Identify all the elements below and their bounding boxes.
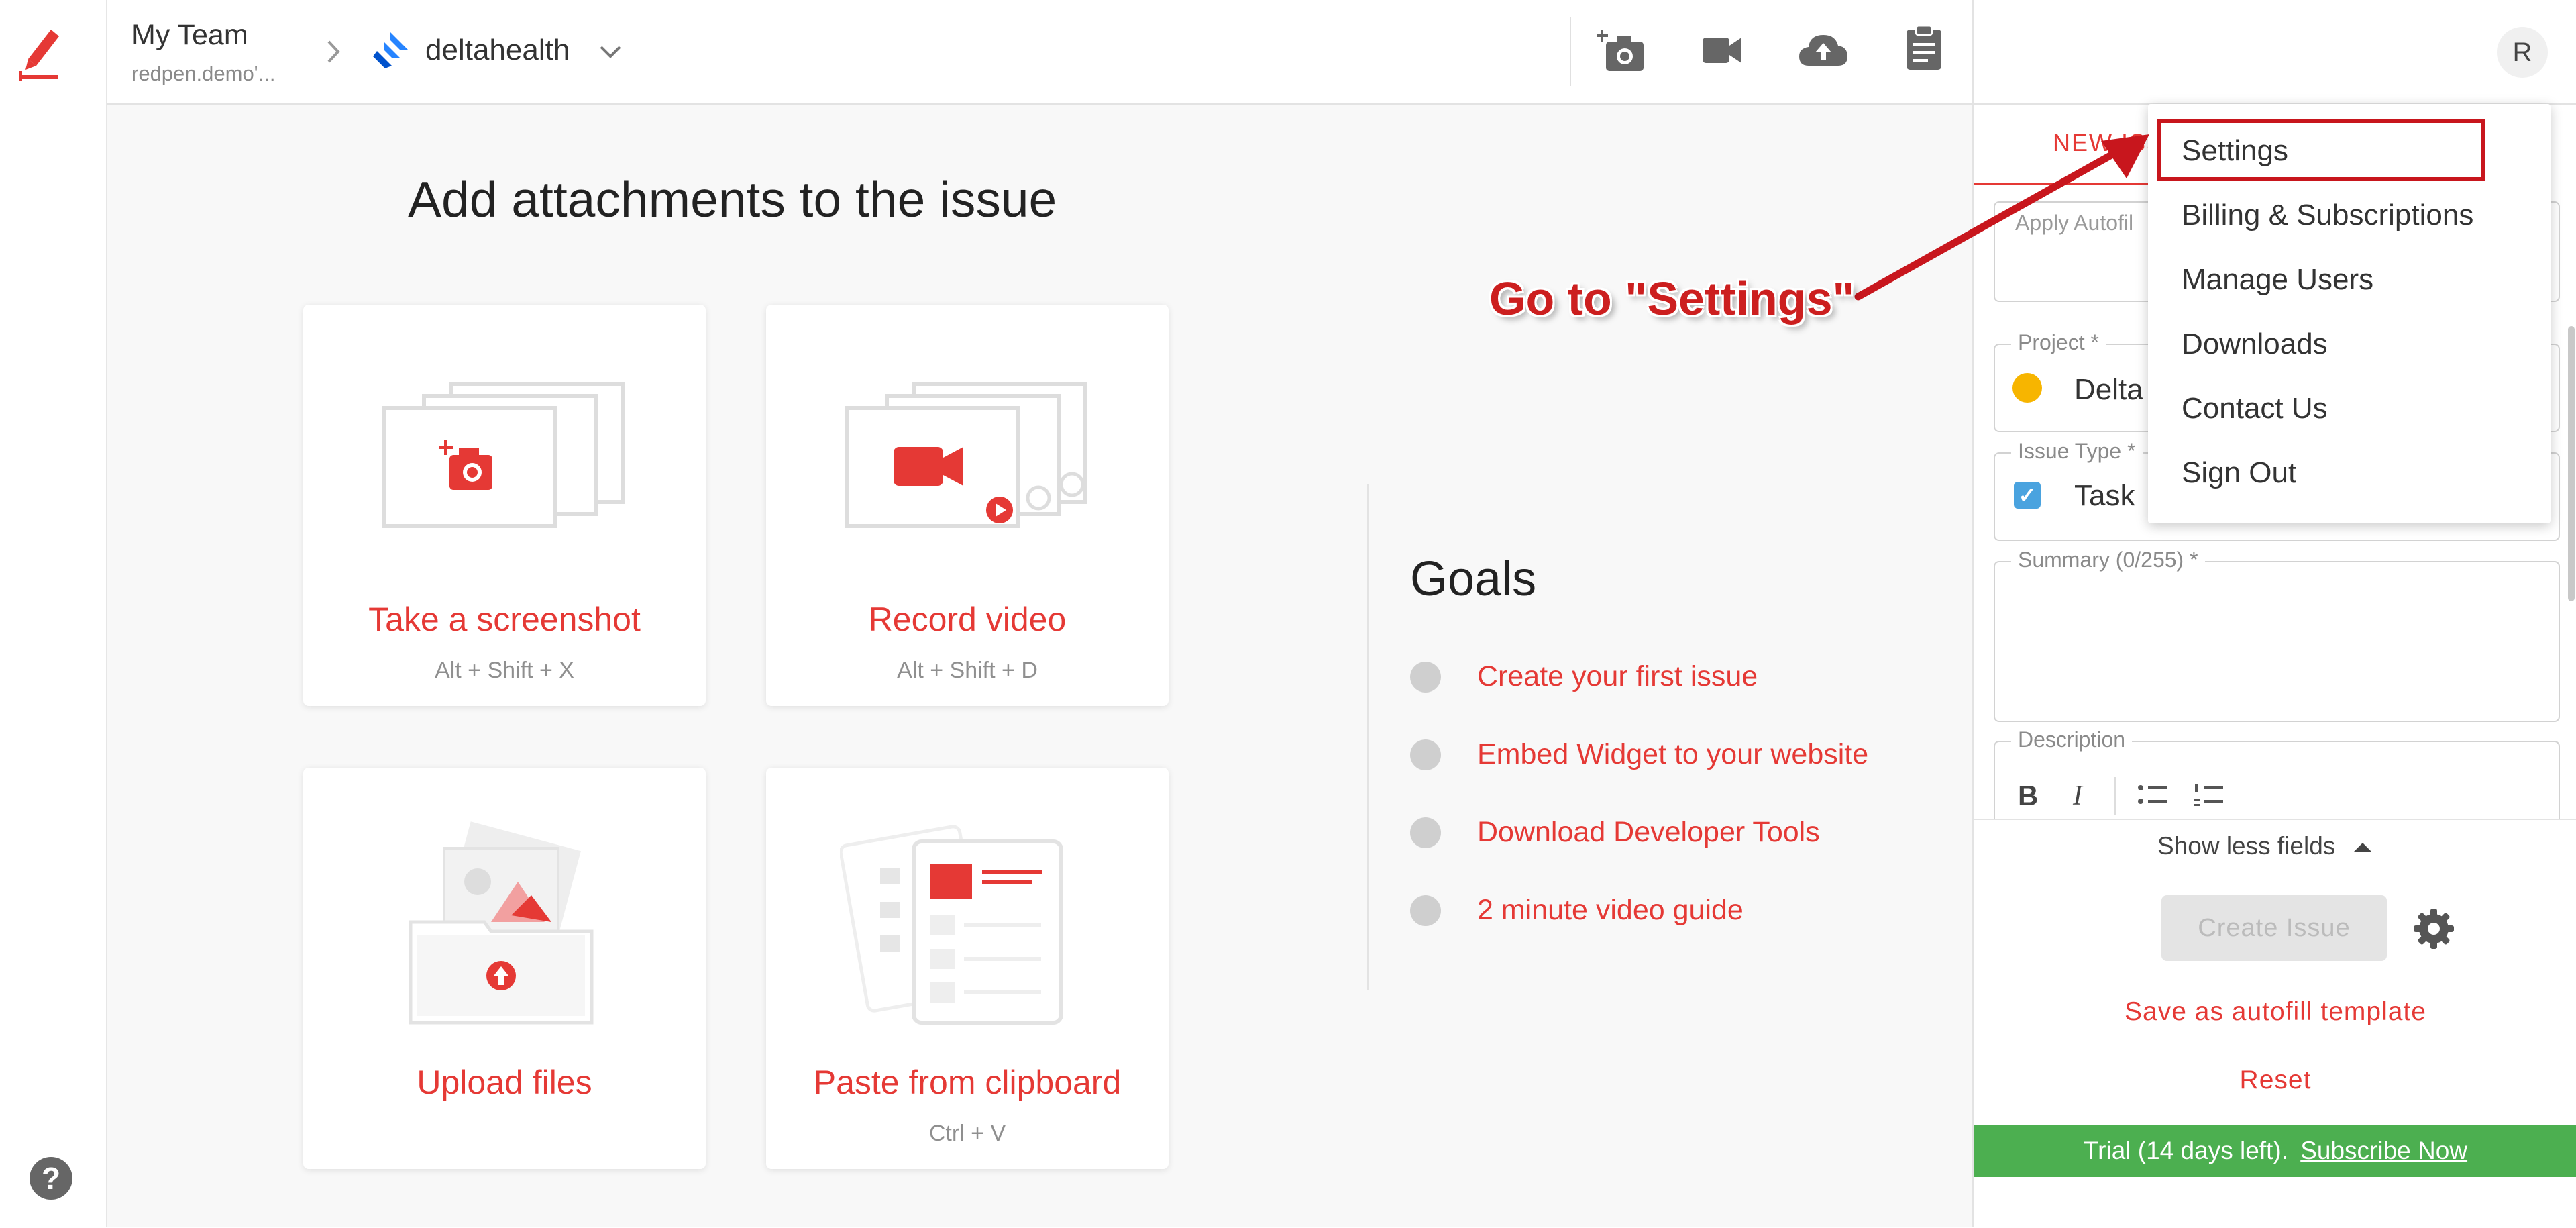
goal-link[interactable]: Download Developer Tools — [1477, 816, 1820, 849]
annotation-arrow — [1854, 134, 2149, 301]
bullet-list-icon[interactable] — [2137, 782, 2168, 813]
menu-item-sign-out[interactable]: Sign Out — [2182, 456, 2296, 490]
left-rail: ? — [0, 0, 107, 1227]
screenshot-illustration — [382, 382, 625, 528]
upload-files-card[interactable]: Upload files — [303, 768, 706, 1169]
jira-icon — [370, 31, 409, 73]
record-video-card[interactable]: Record video Alt + Shift + D — [766, 305, 1169, 706]
menu-item-downloads[interactable]: Downloads — [2182, 327, 2328, 361]
trial-banner: Trial (14 days left). Subscribe Now — [1974, 1125, 2576, 1177]
field-label: Description — [2011, 727, 2133, 752]
show-less-label: Show less fields — [2157, 832, 2336, 860]
task-checkbox-icon: ✓ — [2014, 482, 2041, 509]
goal-link[interactable]: 2 minute video guide — [1477, 894, 1743, 927]
video-camera-icon[interactable] — [1701, 34, 1743, 70]
card-title: Upload files — [417, 1064, 592, 1101]
field-label: Project * — [2011, 330, 2106, 355]
chevron-up-icon — [2353, 843, 2372, 853]
goal-link[interactable]: Embed Widget to your website — [1477, 738, 1868, 771]
card-title: Record video — [868, 601, 1067, 638]
description-field[interactable]: Description B I — [1994, 727, 2560, 823]
goal-status-dot — [1410, 662, 1441, 693]
reset-link[interactable]: Reset — [1974, 1066, 2576, 1095]
trial-text: Trial (14 days left). — [2083, 1137, 2288, 1164]
field-label: Issue Type * — [2011, 439, 2143, 464]
take-screenshot-card[interactable]: Take a screenshot Alt + Shift + X — [303, 305, 706, 706]
page-title: Add attachments to the issue — [408, 171, 1057, 227]
summary-field[interactable]: Summary (0/255) * — [1994, 548, 2560, 722]
show-less-fields-toggle[interactable]: Show less fields — [2157, 832, 2372, 860]
breadcrumb-chevron-icon — [323, 35, 343, 72]
bold-button[interactable]: B — [2018, 780, 2038, 812]
goal-link[interactable]: Create your first issue — [1477, 660, 1758, 693]
annotation-label: Go to "Settings" — [1489, 272, 1855, 325]
field-label: Summary (0/255) * — [2011, 548, 2205, 572]
team-name[interactable]: My Team — [131, 19, 248, 52]
card-title: Take a screenshot — [368, 601, 641, 638]
menu-item-billing[interactable]: Billing & Subscriptions — [2182, 199, 2473, 232]
video-illustration — [845, 382, 1087, 528]
upload-illustration — [409, 821, 594, 1025]
menu-item-settings[interactable]: Settings — [2182, 134, 2288, 168]
menu-item-manage-users[interactable]: Manage Users — [2182, 263, 2373, 297]
app-logo[interactable] — [16, 20, 64, 82]
toolbar-divider — [2114, 777, 2116, 815]
numbered-list-icon[interactable] — [2194, 782, 2224, 813]
gear-icon[interactable] — [2412, 907, 2455, 954]
goals-title: Goals — [1410, 552, 1537, 606]
goal-status-dot — [1410, 817, 1441, 848]
clipboard-icon[interactable] — [1905, 24, 1943, 74]
subscribe-link[interactable]: Subscribe Now — [2300, 1137, 2467, 1164]
card-shortcut: Alt + Shift + D — [897, 658, 1038, 683]
team-email: redpen.demo'... — [131, 62, 276, 85]
help-icon[interactable]: ? — [30, 1157, 72, 1200]
project-value: Delta — [2074, 373, 2143, 406]
account-menu: Settings Billing & Subscriptions Manage … — [2148, 104, 2551, 523]
goals-divider — [1367, 484, 1369, 990]
cloud-upload-icon[interactable] — [1798, 31, 1849, 72]
card-shortcut: Alt + Shift + X — [435, 658, 574, 683]
italic-button[interactable]: I — [2073, 780, 2082, 812]
create-issue-button[interactable]: Create Issue — [2161, 895, 2387, 961]
chevron-down-icon[interactable] — [597, 39, 624, 69]
save-template-link[interactable]: Save as autofill template — [1974, 997, 2576, 1027]
avatar[interactable]: R — [2497, 27, 2548, 78]
goal-status-dot — [1410, 739, 1441, 770]
top-bar: My Team redpen.demo'... deltahealth — [107, 0, 1972, 105]
toolbar-divider — [1570, 17, 1571, 86]
clipboard-illustration — [840, 825, 1063, 1025]
issue-type-value: Task — [2074, 479, 2135, 512]
project-avatar-icon — [2012, 373, 2042, 403]
goal-status-dot — [1410, 895, 1441, 926]
paste-clipboard-card[interactable]: Paste from clipboard Ctrl + V — [766, 768, 1169, 1169]
menu-item-contact-us[interactable]: Contact Us — [2182, 392, 2328, 425]
card-shortcut: Ctrl + V — [928, 1121, 1006, 1146]
card-title: Paste from clipboard — [813, 1064, 1122, 1101]
project-selector[interactable]: deltahealth — [425, 34, 570, 67]
panel-scrollbar[interactable] — [2568, 326, 2575, 601]
add-screenshot-icon[interactable] — [1597, 27, 1648, 77]
